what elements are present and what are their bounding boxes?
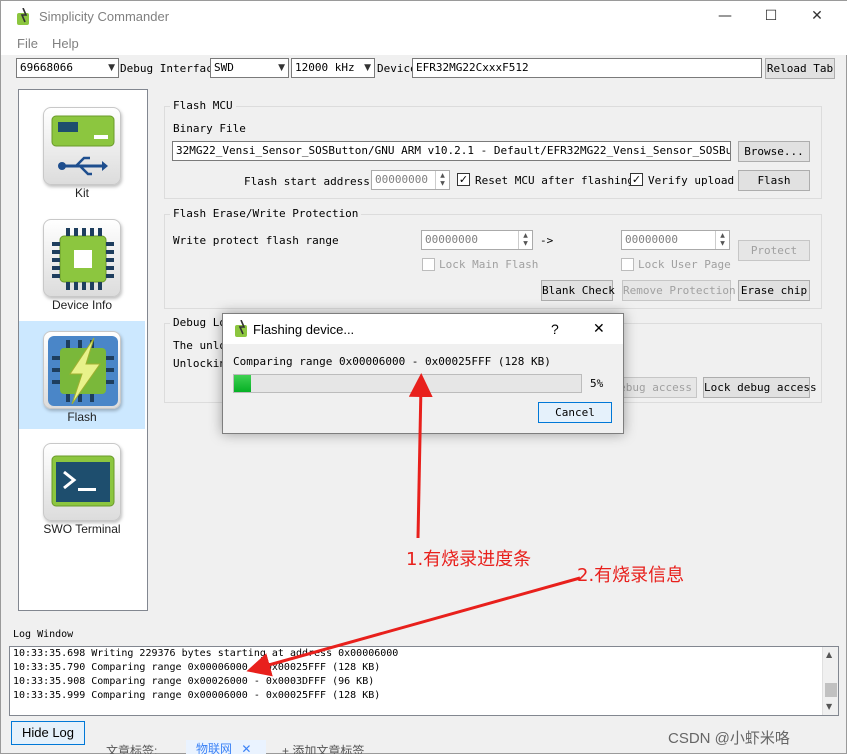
annotation-arrows <box>246 373 581 677</box>
annotation-label-2: 2.有烧录信息 <box>577 565 685 586</box>
annotation-label-1: 1.有烧录进度条 <box>406 549 532 570</box>
annotation-arrow-progress <box>408 373 433 539</box>
annotation-arrow-log <box>246 576 581 677</box>
